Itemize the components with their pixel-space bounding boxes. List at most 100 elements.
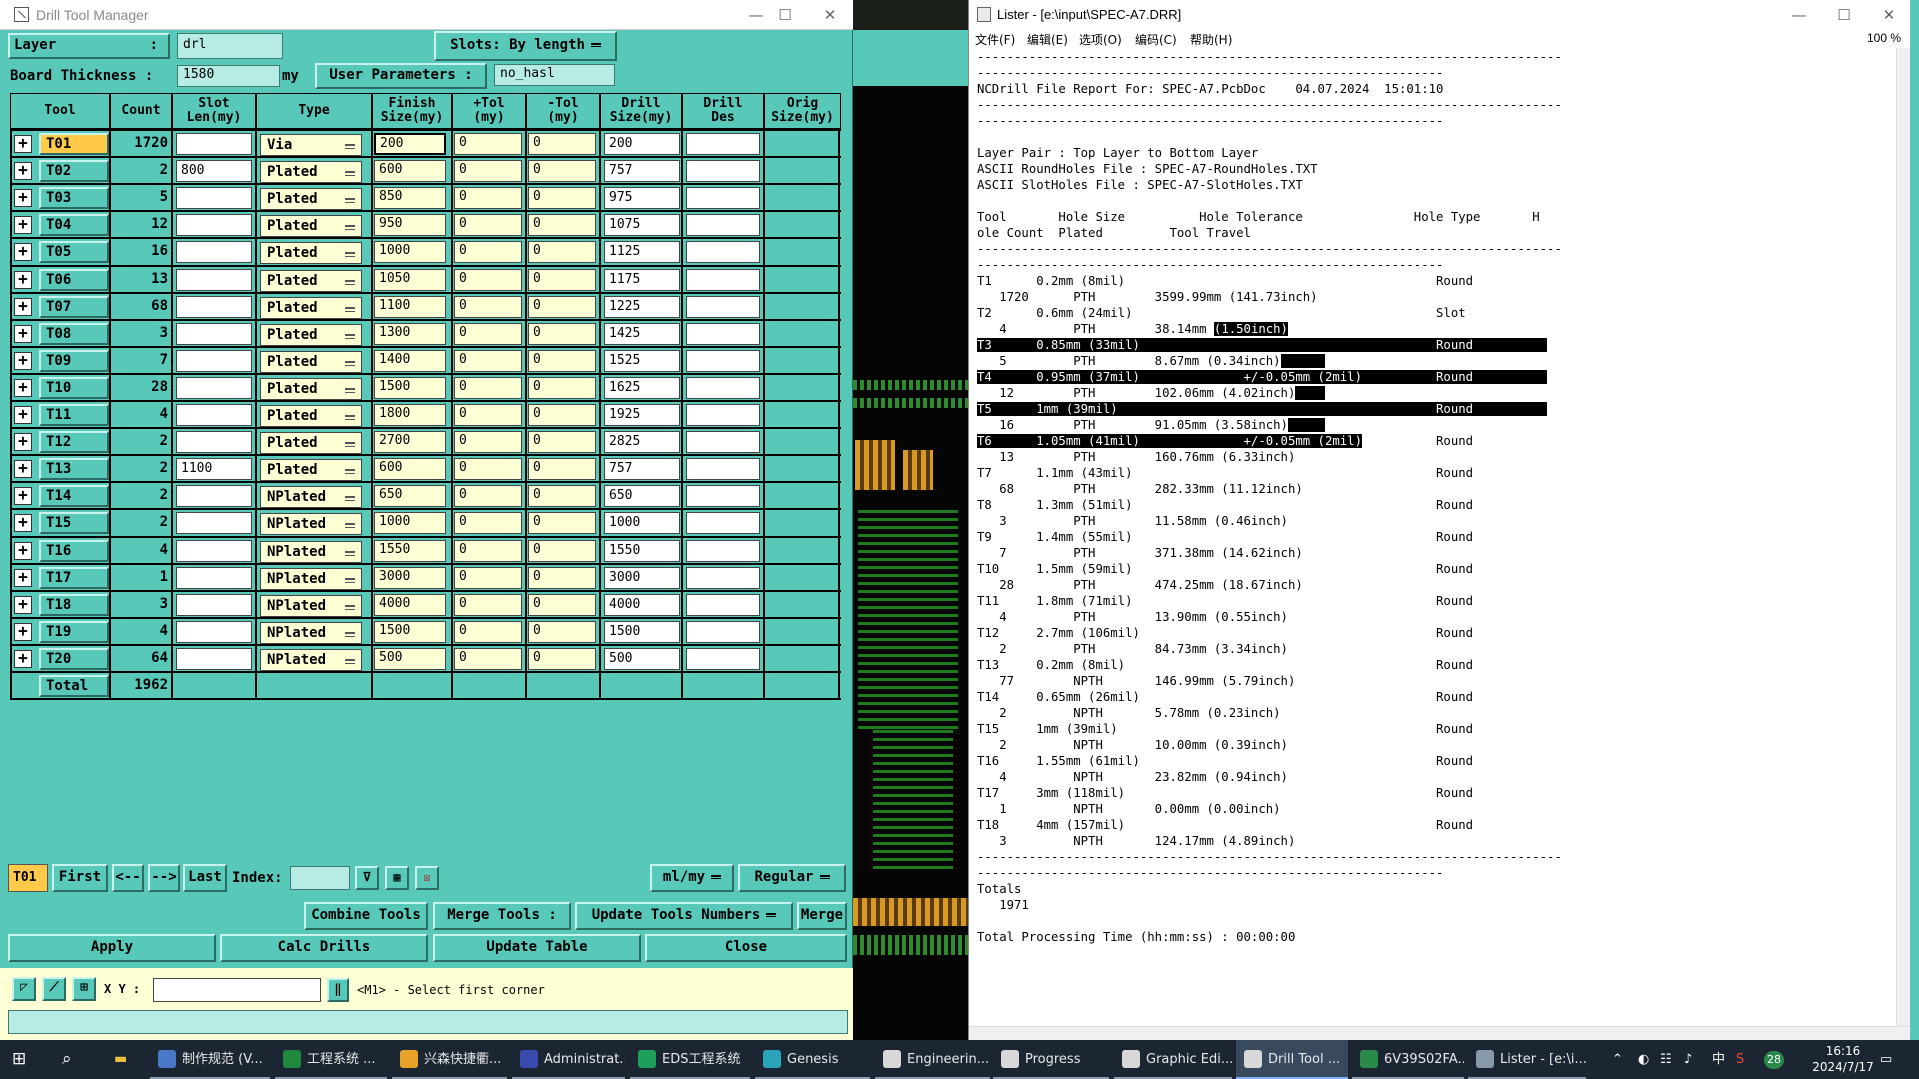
taskbar-item[interactable]: Genesis — [755, 1040, 870, 1079]
type-dropdown[interactable]: Plated — [260, 215, 362, 238]
drill-des-field[interactable] — [686, 566, 760, 589]
plus-tol-field[interactable]: 0 — [454, 133, 522, 155]
expand-icon[interactable]: + — [14, 189, 32, 208]
slot-length-field[interactable] — [176, 593, 252, 616]
drill-size-field[interactable]: 1625 — [604, 376, 680, 399]
minus-tol-field[interactable]: 0 — [528, 647, 596, 670]
taskbar-item[interactable]: Progress — [993, 1040, 1109, 1079]
minus-tol-field[interactable]: 0 — [528, 512, 596, 535]
finish-size-field[interactable]: 2700 — [374, 431, 446, 454]
slot-length-field[interactable] — [176, 214, 252, 237]
expand-icon[interactable]: + — [14, 622, 32, 641]
finish-size-field[interactable]: 4000 — [374, 593, 446, 616]
type-dropdown[interactable]: Plated — [260, 269, 362, 292]
drill-size-field[interactable]: 1525 — [604, 349, 680, 372]
finish-size-field[interactable]: 1800 — [374, 404, 446, 426]
plus-tol-field[interactable]: 0 — [454, 295, 522, 318]
type-dropdown[interactable]: NPlated — [260, 513, 362, 536]
slot-length-field[interactable] — [176, 295, 252, 318]
drill-size-field[interactable]: 1075 — [604, 214, 680, 237]
apply-button[interactable]: Apply — [8, 934, 216, 962]
drill-size-field[interactable]: 1500 — [604, 620, 680, 643]
clock[interactable]: 16:16 2024/7/17 — [1808, 1043, 1878, 1075]
taskbar-item[interactable]: Lister - [e:\i... — [1468, 1040, 1586, 1079]
slot-length-field[interactable] — [176, 404, 252, 426]
minus-tol-field[interactable]: 0 — [528, 322, 596, 345]
type-dropdown[interactable]: Plated — [260, 350, 362, 373]
plus-tol-field[interactable]: 0 — [454, 566, 522, 589]
close-button[interactable]: Close — [645, 934, 847, 962]
minus-tol-field[interactable]: 0 — [528, 214, 596, 237]
type-dropdown[interactable]: Plated — [260, 459, 362, 482]
minus-tol-field[interactable]: 0 — [528, 133, 596, 155]
minus-tol-field[interactable]: 0 — [528, 458, 596, 481]
drill-des-field[interactable] — [686, 404, 760, 426]
type-dropdown[interactable]: NPlated — [260, 540, 362, 563]
slots-dropdown[interactable]: Slots: By length — [434, 31, 617, 61]
minus-tol-field[interactable]: 0 — [528, 566, 596, 589]
last-button[interactable]: Last — [183, 864, 227, 892]
tool-id-button[interactable]: T02 — [39, 160, 109, 183]
expand-icon[interactable]: + — [14, 378, 32, 397]
slot-length-field[interactable] — [176, 241, 252, 264]
ime-indicator[interactable]: 中 — [1712, 1040, 1725, 1079]
type-dropdown[interactable]: Plated — [260, 323, 362, 346]
expand-icon[interactable]: + — [14, 595, 32, 614]
tool-id-button[interactable]: T06 — [39, 268, 109, 291]
first-button[interactable]: First — [52, 864, 108, 892]
slot-length-field[interactable]: 1100 — [176, 458, 252, 481]
finish-size-field[interactable]: 850 — [374, 187, 446, 210]
finish-size-field[interactable]: 1100 — [374, 295, 446, 318]
minus-tol-field[interactable]: 0 — [528, 485, 596, 508]
drill-size-field[interactable]: 1925 — [604, 404, 680, 426]
taskbar-item[interactable]: 兴森快捷衢... — [392, 1040, 507, 1079]
action-center-icon[interactable]: ▭ — [1880, 1040, 1892, 1079]
finish-size-field[interactable]: 1400 — [374, 349, 446, 372]
plus-tol-field[interactable]: 0 — [454, 349, 522, 372]
menu-help[interactable]: 帮助(H) — [1190, 31, 1232, 48]
plus-tol-field[interactable]: 0 — [454, 214, 522, 237]
drill-des-field[interactable] — [686, 133, 760, 155]
drill-des-field[interactable] — [686, 268, 760, 291]
minus-tol-field[interactable]: 0 — [528, 539, 596, 562]
next-button[interactable]: --> — [148, 864, 180, 892]
expand-icon[interactable]: + — [14, 514, 32, 533]
minus-tol-field[interactable]: 0 — [528, 160, 596, 183]
drill-des-field[interactable] — [686, 512, 760, 535]
slot-length-field[interactable]: 800 — [176, 160, 252, 183]
plus-tol-field[interactable]: 0 — [454, 431, 522, 454]
type-dropdown[interactable]: Plated — [260, 296, 362, 319]
tool-id-button[interactable]: T05 — [39, 241, 109, 264]
xy-field[interactable] — [153, 978, 321, 1002]
type-dropdown[interactable]: NPlated — [260, 621, 362, 644]
slot-length-field[interactable] — [176, 268, 252, 291]
drill-size-field[interactable]: 4000 — [604, 593, 680, 616]
plus-tol-field[interactable]: 0 — [454, 160, 522, 183]
finish-size-field[interactable]: 650 — [374, 485, 446, 508]
lister-maximize-icon[interactable]: ☐ — [1824, 4, 1864, 26]
taskbar-item[interactable]: 6V39S02FA... — [1352, 1040, 1464, 1079]
finish-size-field[interactable]: 1500 — [374, 620, 446, 643]
expand-icon[interactable]: + — [14, 541, 32, 560]
merge-button[interactable]: Merge — [797, 902, 847, 930]
drill-des-field[interactable] — [686, 647, 760, 670]
drill-des-field[interactable] — [686, 160, 760, 183]
expand-icon[interactable]: + — [14, 568, 32, 587]
expand-icon[interactable]: + — [14, 243, 32, 262]
finish-size-field[interactable]: 1000 — [374, 512, 446, 535]
plus-tol-field[interactable]: 0 — [454, 593, 522, 616]
slot-length-field[interactable] — [176, 539, 252, 562]
start-icon[interactable]: ⊞ — [12, 1040, 36, 1079]
drill-size-field[interactable]: 1175 — [604, 268, 680, 291]
menu-edit[interactable]: 编辑(E) — [1027, 31, 1068, 48]
type-dropdown[interactable]: Plated — [260, 161, 362, 184]
file-explorer-icon[interactable]: ▬ — [114, 1040, 138, 1079]
finish-size-field[interactable]: 600 — [374, 160, 446, 183]
drill-des-field[interactable] — [686, 349, 760, 372]
finish-size-field[interactable]: 1500 — [374, 376, 446, 399]
tray-app-icon[interactable]: ◐ — [1638, 1040, 1649, 1079]
drill-des-field[interactable] — [686, 458, 760, 481]
table-icon[interactable]: ▦ — [385, 866, 409, 890]
expand-icon[interactable]: + — [14, 324, 32, 343]
drill-des-field[interactable] — [686, 431, 760, 454]
